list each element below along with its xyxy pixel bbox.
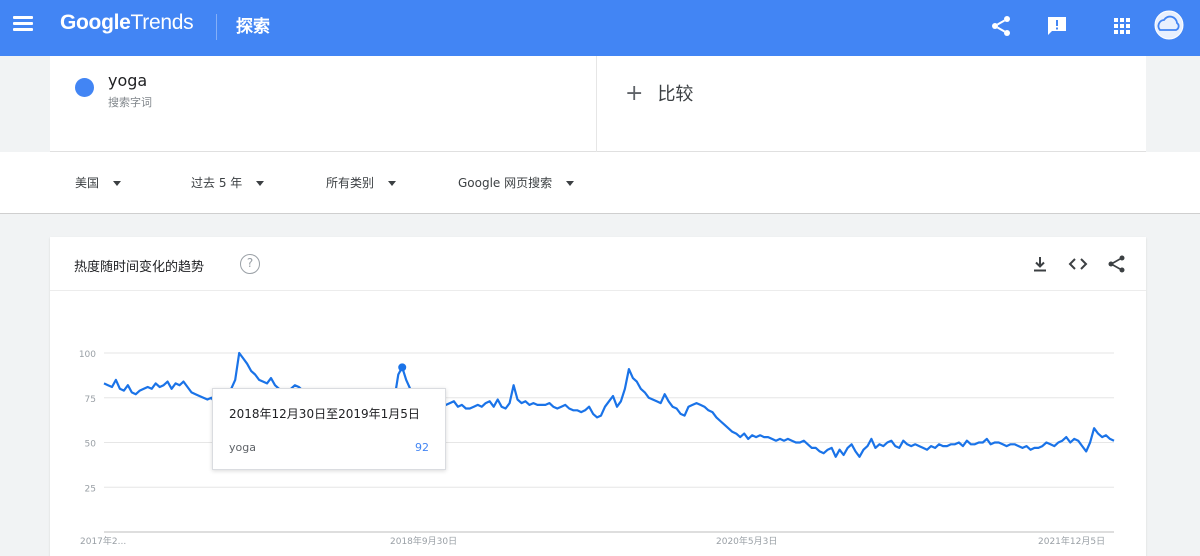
x-tick-label: 2021年12月5日 <box>1038 535 1105 547</box>
chart-tooltip: 2018年12月30日至2019年1月5日 yoga 92 <box>212 388 446 470</box>
y-tick-label: 75 <box>85 395 96 405</box>
interest-line-chart[interactable]: 100 75 50 25 2017年2... 2018年9月30日 2020年5月3日 202… <box>0 0 1200 556</box>
x-tick-label: 2020年5月3日 <box>716 535 777 547</box>
x-tick-label: 2018年9月30日 <box>390 535 457 547</box>
y-tick-label: 25 <box>85 484 96 494</box>
tooltip-term: yoga <box>229 441 256 454</box>
tooltip-value: 92 <box>415 441 429 454</box>
y-tick-label: 50 <box>85 440 97 450</box>
y-tick-label: 100 <box>79 350 96 360</box>
x-tick-label: 2017年2... <box>80 535 126 547</box>
hover-point <box>398 363 407 372</box>
tooltip-date: 2018年12月30日至2019年1月5日 <box>229 407 420 421</box>
